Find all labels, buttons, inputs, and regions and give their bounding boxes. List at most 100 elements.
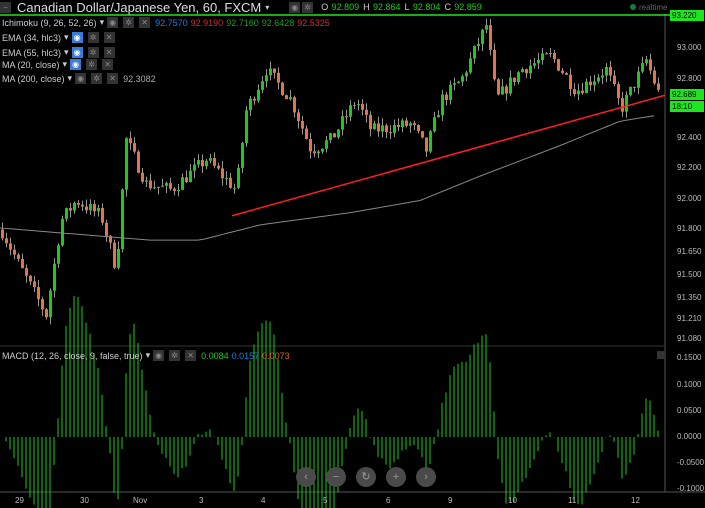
candle-body — [77, 202, 80, 205]
candle-body — [293, 97, 296, 113]
indicator-macd[interactable]: MACD (12, 26, close, 9, false, true) ▾ ◉ ✲ ✕… — [2, 350, 290, 361]
candle-body — [505, 86, 508, 94]
last-price-marker: 92.689 — [670, 89, 704, 100]
candle-body — [201, 160, 204, 167]
candle-body — [441, 94, 444, 116]
gear-icon: ✲ — [86, 59, 98, 70]
candle-body — [245, 110, 248, 143]
price-tick: 92.000 — [677, 194, 702, 203]
candle-body — [513, 77, 516, 83]
candle-body — [33, 281, 36, 288]
candle-body — [489, 25, 492, 50]
candle-body — [325, 140, 328, 149]
candle-body — [81, 204, 84, 207]
price-tick: 91.210 — [677, 314, 702, 323]
candle-body — [457, 81, 460, 84]
candle-body — [589, 81, 592, 86]
candle-body — [45, 309, 48, 318]
indicator-ichimoku[interactable]: Ichimoku (9, 26, 52, 26) ▾ ◉ ✲ ✕ 92.7570 92.9… — [2, 17, 330, 28]
candle-body — [373, 123, 376, 130]
candle-body — [97, 207, 100, 212]
candle-body — [13, 249, 16, 255]
candle-body — [385, 125, 388, 133]
macd-tick: 0.0000 — [677, 432, 702, 441]
candle-body — [145, 180, 148, 182]
candle-body — [629, 86, 632, 95]
candle-body — [5, 238, 8, 244]
price-tick: 93.000 — [677, 43, 702, 52]
candle-body — [369, 114, 372, 130]
candle-body — [93, 204, 96, 212]
time-tick: 29 — [15, 496, 24, 505]
candle-body — [577, 90, 580, 95]
candle-body — [221, 168, 224, 179]
candle-body — [313, 151, 316, 154]
scroll-right-button[interactable]: › — [416, 467, 436, 487]
reset-button[interactable]: ↻ — [356, 467, 376, 487]
indicator-ma20[interactable]: MA (20, close) ▾ ◉ ✲ ✕ — [2, 59, 115, 70]
candle-body — [541, 53, 544, 61]
low-value: 92.804 — [412, 2, 441, 12]
gear-icon: ✲ — [91, 73, 103, 84]
candle-body — [517, 72, 520, 83]
candle-body — [365, 109, 368, 115]
candle-body — [449, 84, 452, 100]
candle-body — [133, 143, 136, 152]
collapse-icon[interactable]: − — [0, 1, 11, 13]
candle-body — [549, 52, 552, 54]
candle-body — [553, 52, 556, 60]
candle-body — [481, 29, 484, 44]
macd-tick: -0.0500 — [677, 458, 705, 467]
candle-body — [341, 116, 344, 130]
time-tick: 11 — [568, 496, 577, 505]
indicator-ma200[interactable]: MA (200, close) ▾ ◉ ✲ ✕ 92.3082 — [2, 73, 156, 84]
candle-body — [49, 290, 52, 318]
candle-body — [525, 69, 528, 74]
gear-icon[interactable]: ✲ — [302, 1, 314, 13]
symbol-title[interactable]: Canadian Dollar/Japanese Yen, 60, FXCM — [17, 0, 261, 15]
candle-body — [413, 123, 416, 126]
candle-body — [85, 206, 88, 211]
candle-body — [273, 68, 276, 73]
candle-body — [529, 65, 532, 74]
candle-body — [285, 95, 288, 100]
candle-body — [129, 138, 132, 144]
scroll-left-button[interactable]: ‹ — [296, 467, 316, 487]
candle-body — [653, 70, 656, 84]
candle-body — [289, 97, 292, 100]
time-tick: 30 — [80, 496, 89, 505]
candle-body — [497, 79, 500, 95]
candle-body — [473, 45, 476, 59]
candle-body — [337, 129, 340, 138]
candle-body — [637, 71, 640, 88]
open-label: O — [321, 2, 329, 12]
candle-body — [189, 170, 192, 183]
candle-body — [557, 59, 560, 71]
gear-icon: ✲ — [87, 32, 99, 43]
candle-body — [345, 116, 348, 118]
candle-body — [169, 183, 172, 189]
time-tick: Nov — [133, 496, 148, 505]
candle-body — [281, 82, 284, 96]
candle-body — [89, 204, 92, 211]
indicator-ema34[interactable]: EMA (34, hlc3) ▾ ◉ ✲ ✕ — [2, 32, 117, 43]
candle-body — [605, 66, 608, 76]
candle-body — [305, 128, 308, 140]
candle-body — [545, 53, 548, 55]
candle-body — [157, 186, 160, 188]
candle-body — [569, 74, 572, 90]
candle-body — [329, 133, 332, 141]
price-tick: 92.400 — [677, 133, 702, 142]
ma200-line — [0, 115, 655, 241]
candle-body — [153, 187, 156, 189]
candle-body — [633, 86, 636, 88]
candle-body — [389, 132, 392, 134]
candle-body — [657, 83, 660, 90]
zoom-out-button[interactable]: − — [326, 467, 346, 487]
eye-icon[interactable]: ◉ — [289, 1, 301, 13]
zoom-in-button[interactable]: + — [386, 467, 406, 487]
candle-body — [165, 183, 168, 186]
candle-body — [301, 120, 304, 129]
indicator-ema55[interactable]: EMA (55, hlc3) ▾ ◉ ✲ ✕ — [2, 47, 117, 58]
candle-body — [377, 123, 380, 132]
